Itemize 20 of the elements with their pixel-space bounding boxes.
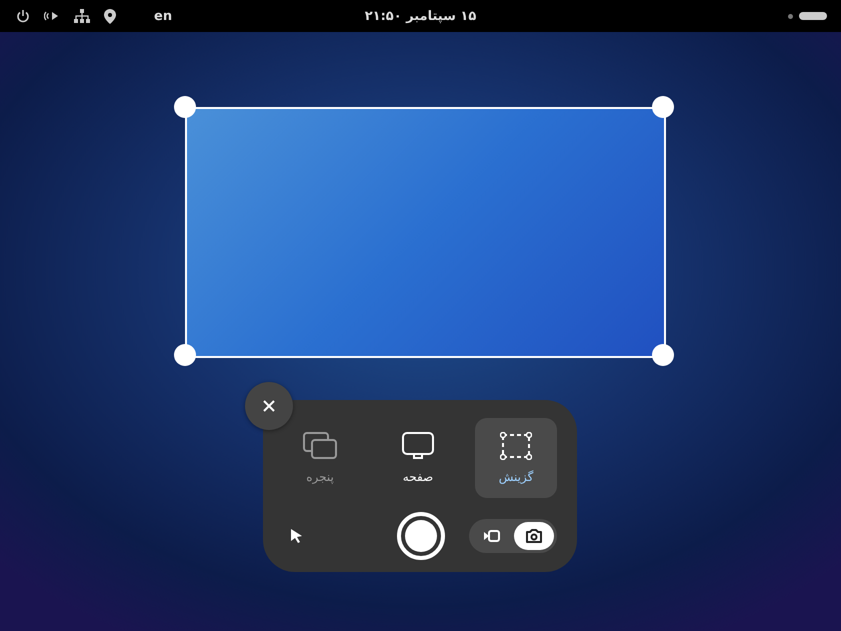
selection-icon (500, 432, 532, 460)
power-icon[interactable] (16, 9, 30, 23)
capture-mode-button[interactable]: صفحه (377, 418, 459, 498)
video-camera-icon (483, 529, 501, 543)
active-workspace-indicator[interactable] (799, 12, 827, 20)
network-icon[interactable] (74, 9, 90, 23)
speaker-icon[interactable] (44, 10, 60, 22)
take-screenshot-button[interactable] (514, 522, 554, 550)
pointer-icon (290, 528, 304, 544)
location-pin-icon[interactable] (104, 8, 116, 24)
windows-icon (303, 432, 337, 460)
clock[interactable]: ۱۵ سپتامبر ۲۱:۵۰ (364, 8, 476, 24)
keyboard-layout-indicator[interactable]: en (154, 8, 172, 24)
camera-icon (525, 528, 543, 544)
capture-mode-button[interactable]: گزینش (475, 418, 557, 498)
monitor-icon (402, 432, 434, 460)
capture-button[interactable] (397, 512, 445, 560)
close-icon (262, 399, 276, 413)
workspace-dot[interactable] (788, 14, 793, 18)
selection-area[interactable] (185, 107, 666, 358)
